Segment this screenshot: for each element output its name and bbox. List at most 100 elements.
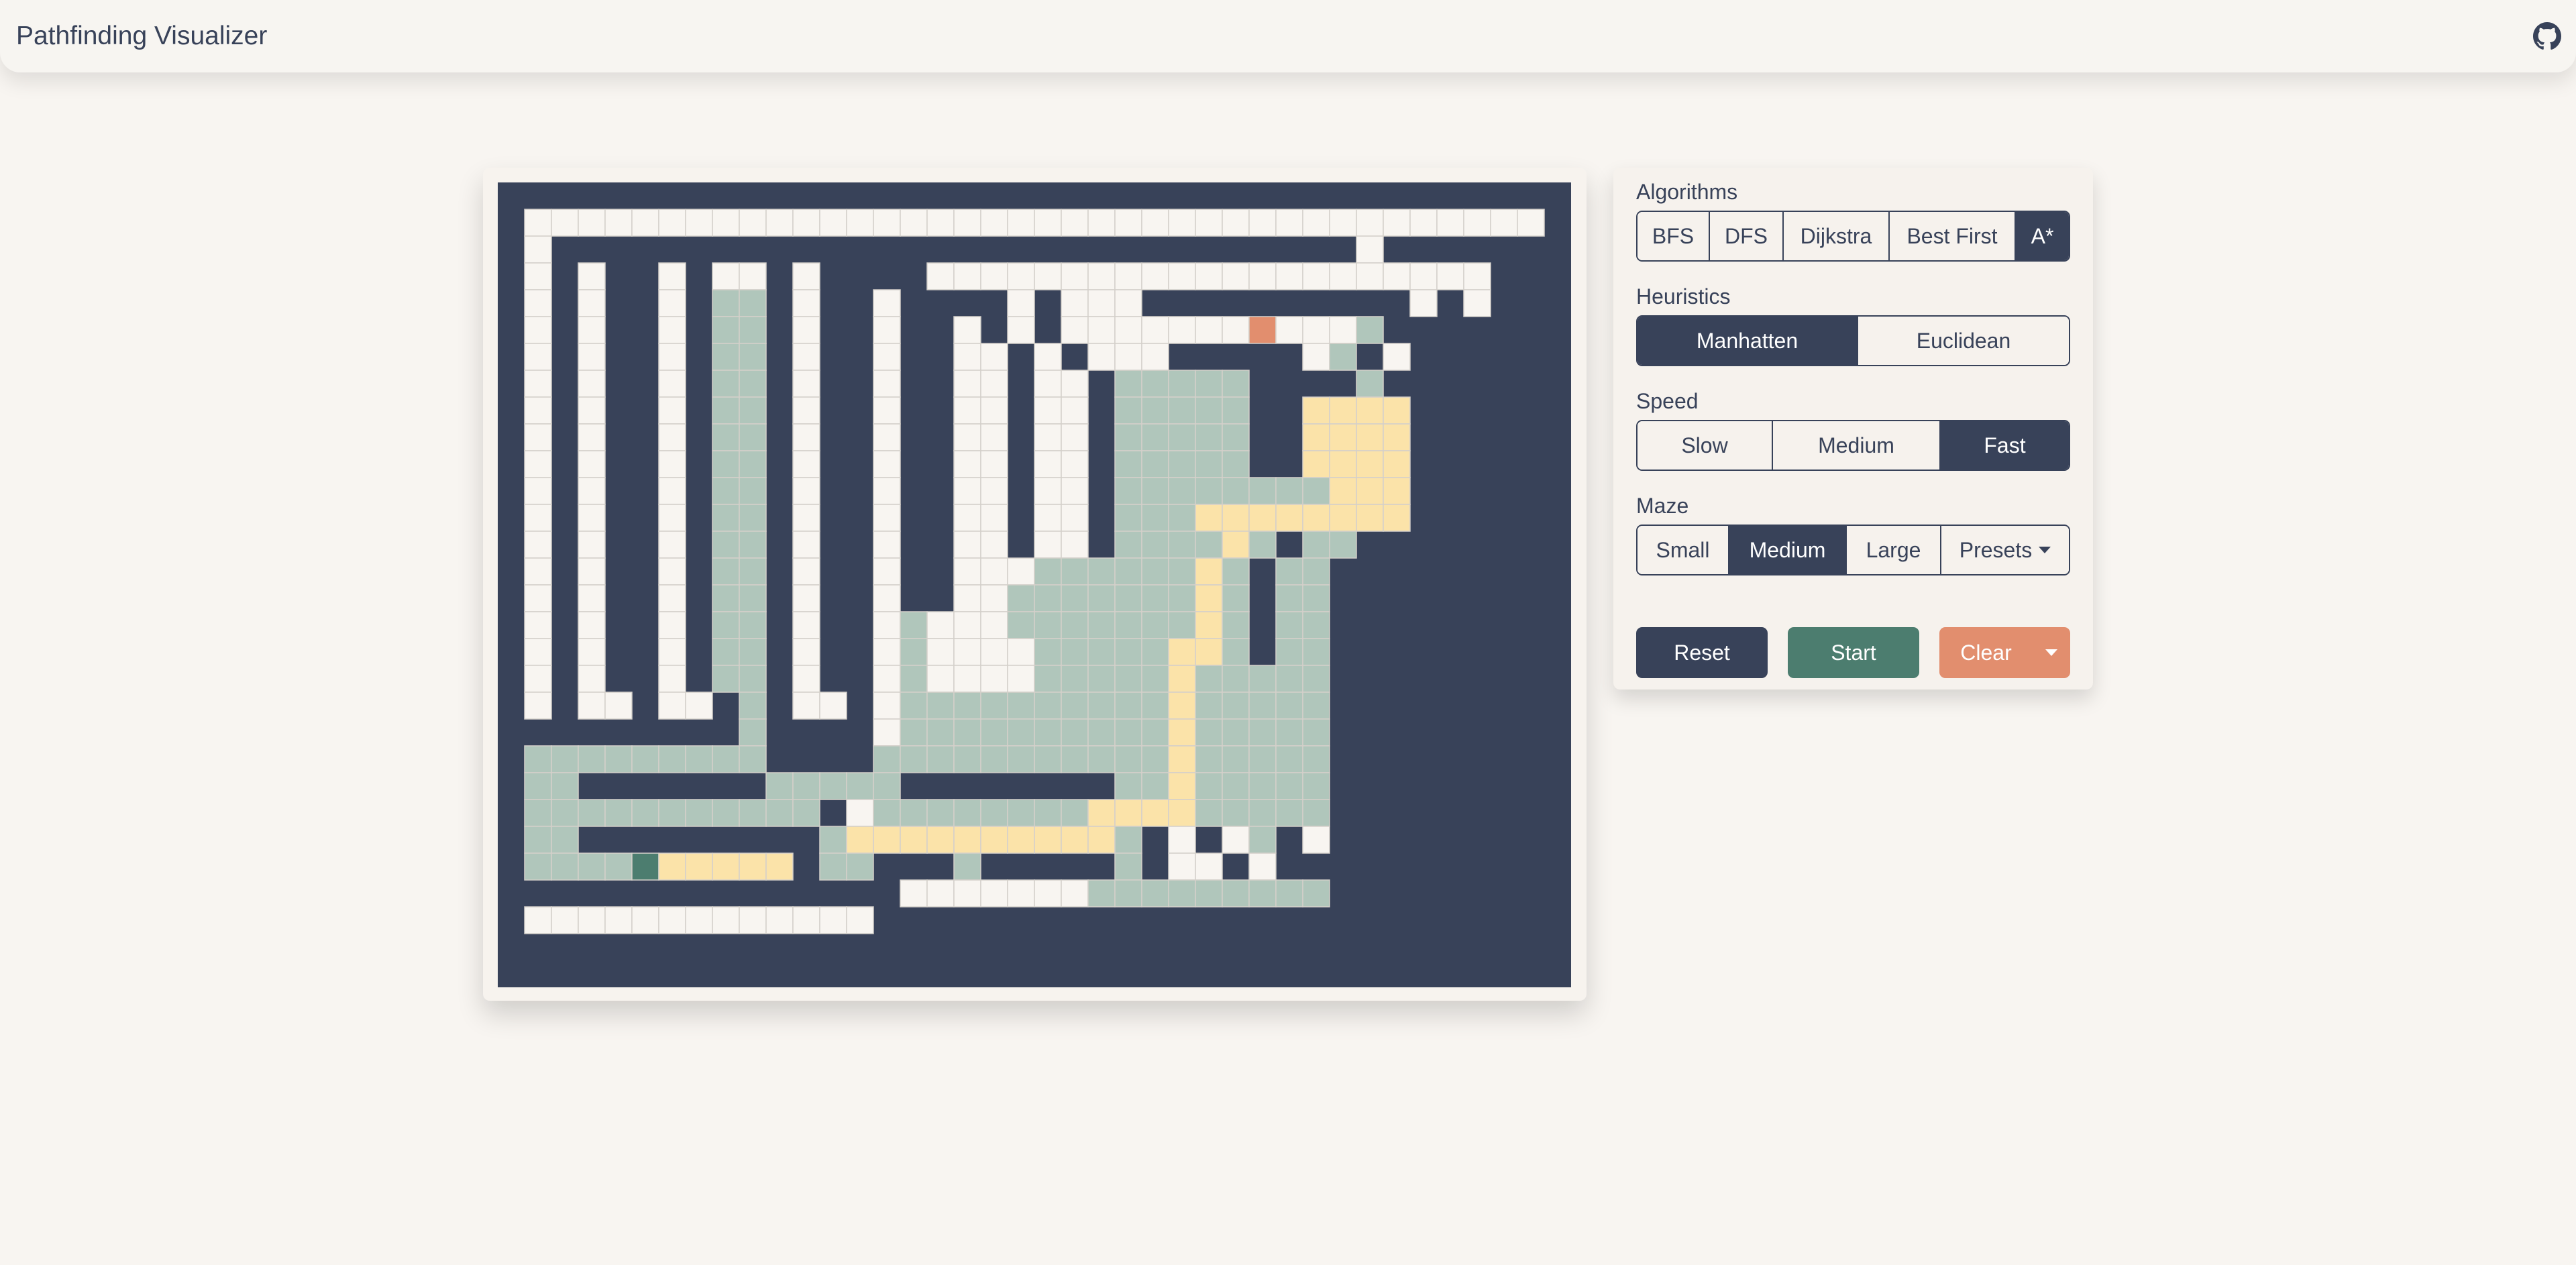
empty-cell[interactable]	[631, 209, 659, 237]
path-cell[interactable]	[873, 826, 901, 854]
maze-presets-dropdown[interactable]: Presets	[1941, 526, 2069, 574]
visited-cell[interactable]	[1114, 692, 1142, 720]
empty-cell[interactable]	[1061, 531, 1089, 559]
empty-cell[interactable]	[1248, 209, 1277, 237]
path-cell[interactable]	[1087, 826, 1116, 854]
empty-cell[interactable]	[658, 504, 686, 532]
empty-cell[interactable]	[980, 343, 1008, 371]
path-cell[interactable]	[1195, 504, 1223, 532]
visited-cell[interactable]	[900, 611, 928, 639]
visited-cell[interactable]	[1168, 450, 1196, 478]
empty-cell[interactable]	[524, 423, 552, 451]
visited-cell[interactable]	[1302, 745, 1330, 773]
visited-cell[interactable]	[712, 477, 740, 505]
visited-cell[interactable]	[792, 772, 820, 800]
empty-cell[interactable]	[1114, 289, 1142, 317]
visited-cell[interactable]	[1087, 718, 1116, 747]
path-cell[interactable]	[1356, 450, 1384, 478]
empty-cell[interactable]	[658, 477, 686, 505]
empty-cell[interactable]	[712, 906, 740, 934]
visited-cell[interactable]	[1141, 665, 1169, 693]
visited-cell[interactable]	[1087, 692, 1116, 720]
visited-cell[interactable]	[1222, 450, 1250, 478]
visited-cell[interactable]	[1114, 450, 1142, 478]
visited-cell[interactable]	[1222, 584, 1250, 612]
empty-cell[interactable]	[980, 370, 1008, 398]
empty-cell[interactable]	[524, 289, 552, 317]
empty-cell[interactable]	[1383, 262, 1411, 290]
visited-cell[interactable]	[1141, 584, 1169, 612]
path-cell[interactable]	[1061, 826, 1089, 854]
empty-cell[interactable]	[953, 638, 981, 666]
empty-cell[interactable]	[792, 692, 820, 720]
visited-cell[interactable]	[1168, 477, 1196, 505]
empty-cell[interactable]	[953, 316, 981, 344]
empty-cell[interactable]	[658, 665, 686, 693]
visited-cell[interactable]	[739, 745, 767, 773]
visited-cell[interactable]	[1302, 477, 1330, 505]
path-cell[interactable]	[739, 852, 767, 881]
visited-cell[interactable]	[1061, 638, 1089, 666]
visited-cell[interactable]	[712, 316, 740, 344]
path-cell[interactable]	[1034, 826, 1062, 854]
empty-cell[interactable]	[1248, 852, 1277, 881]
visited-cell[interactable]	[524, 852, 552, 881]
empty-cell[interactable]	[873, 692, 901, 720]
algorithm-astar-button[interactable]: A*	[2016, 212, 2069, 260]
visited-cell[interactable]	[1034, 799, 1062, 827]
empty-cell[interactable]	[1302, 209, 1330, 237]
visited-cell[interactable]	[712, 531, 740, 559]
empty-cell[interactable]	[524, 611, 552, 639]
empty-cell[interactable]	[712, 262, 740, 290]
empty-cell[interactable]	[1034, 879, 1062, 908]
visited-cell[interactable]	[712, 557, 740, 586]
path-cell[interactable]	[846, 826, 874, 854]
visited-cell[interactable]	[980, 799, 1008, 827]
empty-cell[interactable]	[792, 289, 820, 317]
clear-button[interactable]: Clear	[1939, 627, 2033, 678]
empty-cell[interactable]	[792, 316, 820, 344]
visited-cell[interactable]	[524, 826, 552, 854]
empty-cell[interactable]	[792, 370, 820, 398]
empty-cell[interactable]	[658, 343, 686, 371]
empty-cell[interactable]	[1141, 209, 1169, 237]
visited-cell[interactable]	[1222, 718, 1250, 747]
visited-cell[interactable]	[1141, 745, 1169, 773]
visited-cell[interactable]	[712, 370, 740, 398]
visited-cell[interactable]	[1275, 772, 1303, 800]
visited-cell[interactable]	[926, 745, 955, 773]
visited-cell[interactable]	[1141, 718, 1169, 747]
visited-cell[interactable]	[819, 772, 847, 800]
visited-cell[interactable]	[712, 611, 740, 639]
empty-cell[interactable]	[1329, 209, 1357, 237]
empty-cell[interactable]	[578, 450, 606, 478]
visited-cell[interactable]	[953, 799, 981, 827]
visited-cell[interactable]	[1114, 557, 1142, 586]
empty-cell[interactable]	[524, 262, 552, 290]
empty-cell[interactable]	[1463, 262, 1491, 290]
algorithm-best-first-button[interactable]: Best First	[1890, 212, 2016, 260]
empty-cell[interactable]	[524, 692, 552, 720]
visited-cell[interactable]	[900, 718, 928, 747]
visited-cell[interactable]	[1087, 638, 1116, 666]
empty-cell[interactable]	[792, 343, 820, 371]
empty-cell[interactable]	[1087, 262, 1116, 290]
empty-cell[interactable]	[873, 396, 901, 425]
algorithm-bfs-button[interactable]: BFS	[1638, 212, 1710, 260]
visited-cell[interactable]	[1007, 799, 1035, 827]
visited-cell[interactable]	[1356, 316, 1384, 344]
empty-cell[interactable]	[1114, 209, 1142, 237]
empty-cell[interactable]	[873, 584, 901, 612]
visited-cell[interactable]	[1195, 477, 1223, 505]
visited-cell[interactable]	[1248, 772, 1277, 800]
empty-cell[interactable]	[953, 262, 981, 290]
path-cell[interactable]	[1383, 450, 1411, 478]
empty-cell[interactable]	[926, 638, 955, 666]
visited-cell[interactable]	[953, 718, 981, 747]
visited-cell[interactable]	[551, 826, 579, 854]
visited-cell[interactable]	[524, 745, 552, 773]
visited-cell[interactable]	[739, 584, 767, 612]
empty-cell[interactable]	[1168, 209, 1196, 237]
empty-cell[interactable]	[524, 504, 552, 532]
heuristic-manhatten-button[interactable]: Manhatten	[1638, 317, 1858, 365]
